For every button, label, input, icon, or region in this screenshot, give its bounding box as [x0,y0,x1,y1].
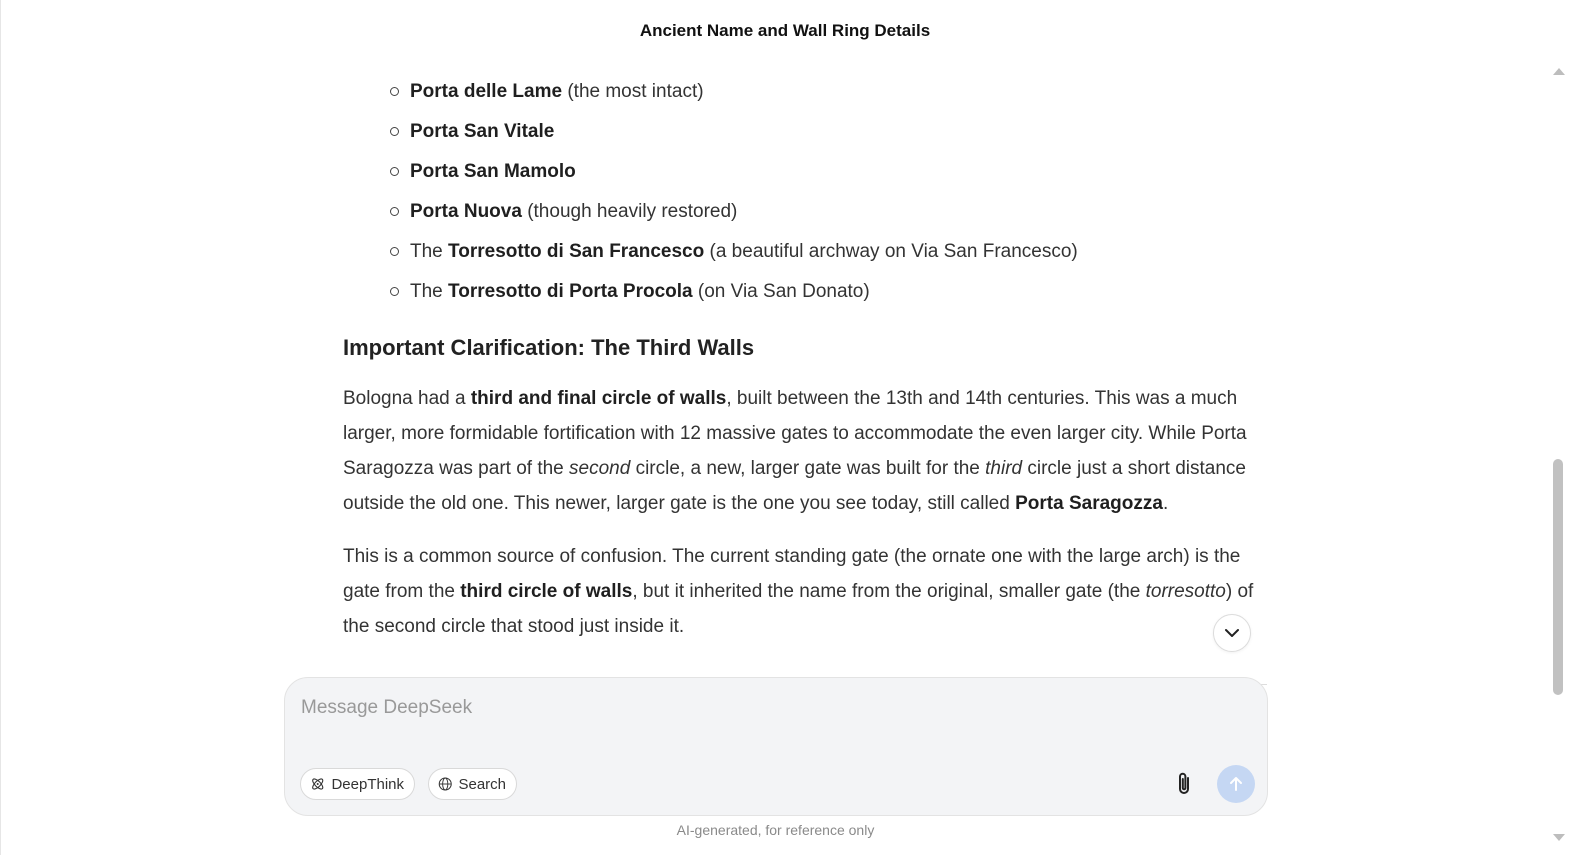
deepthink-atom-icon [312,778,324,790]
list-item: The Torresotto di San Francesco (a beaut… [390,234,1270,274]
italic-run: torresotto [1145,581,1226,602]
arrow-up-icon [1230,777,1242,791]
gate-name: Porta Nuova [410,201,522,222]
list-item: The Torresotto di Porta Procola (on Via … [390,274,1270,314]
chat-header: Ancient Name and Wall Ring Details [0,0,1570,62]
deepthink-button[interactable]: DeepThink [300,768,415,800]
section-heading: Important Clarification: The Third Walls [343,335,755,360]
gates-list: Porta delle Lame (the most intact) Porta… [390,74,1270,314]
deepthink-label: DeepThink [331,775,404,793]
gate-name: Torresotto di Porta Procola [448,281,693,302]
italic-run: third [985,458,1023,479]
paperclip-icon [1179,772,1189,794]
text-run: Bologna had a [343,388,471,409]
search-label: Search [458,775,506,793]
scrollbar-thumb[interactable] [1553,459,1563,695]
bold-run: third and final circle of walls [470,388,727,409]
gate-note: (though heavily restored) [521,201,738,222]
scroll-to-bottom-button[interactable] [1213,614,1251,652]
send-button[interactable] [1217,765,1255,803]
page-scrollbar[interactable] [1551,62,1565,855]
message-composer: DeepThink Search [284,677,1268,816]
gate-note: (on Via San Donato) [692,281,870,302]
bold-run: Porta Saragozza [1015,493,1163,514]
gate-note: (a beautiful archway on Via San Francesc… [704,241,1078,262]
message-input[interactable] [301,692,1241,724]
list-item: Porta San Vitale [390,114,1270,154]
text-run: . [1162,493,1169,514]
gate-name: Porta delle Lame [410,81,563,102]
list-item: Porta Nuova (though heavily restored) [390,194,1270,234]
attach-button[interactable] [1169,768,1199,800]
scroll-down-arrow[interactable] [1553,834,1565,841]
scroll-up-arrow[interactable] [1553,68,1565,75]
gate-prefix: The [410,281,449,302]
list-item: Porta San Mamolo [390,154,1270,194]
chevron-down-icon [1225,629,1239,637]
list-item: Porta delle Lame (the most intact) [390,74,1270,114]
paragraph-third-walls: Bologna had a third and final circle of … [343,381,1273,521]
gate-name: Torresotto di San Francesco [448,241,705,262]
gate-name: Porta San Mamolo [410,161,576,182]
gate-note: (the most intact) [562,81,704,102]
paragraph-confusion: This is a common source of confusion. Th… [343,539,1273,644]
ai-disclaimer: AI-generated, for reference only [676,822,875,838]
globe-icon [438,777,452,791]
text-run: circle, a new, larger gate was built for… [630,458,986,479]
chat-scroll-area[interactable]: Porta delle Lame (the most intact) Porta… [0,62,1570,672]
bold-run: third circle of walls [460,581,633,602]
gate-name: Porta San Vitale [410,121,555,142]
italic-run: second [569,458,631,479]
search-button[interactable]: Search [428,768,517,800]
text-run: , but it inherited the name from the ori… [632,581,1146,602]
gate-prefix: The [410,241,449,262]
chat-title[interactable]: Ancient Name and Wall Ring Details [640,21,930,41]
